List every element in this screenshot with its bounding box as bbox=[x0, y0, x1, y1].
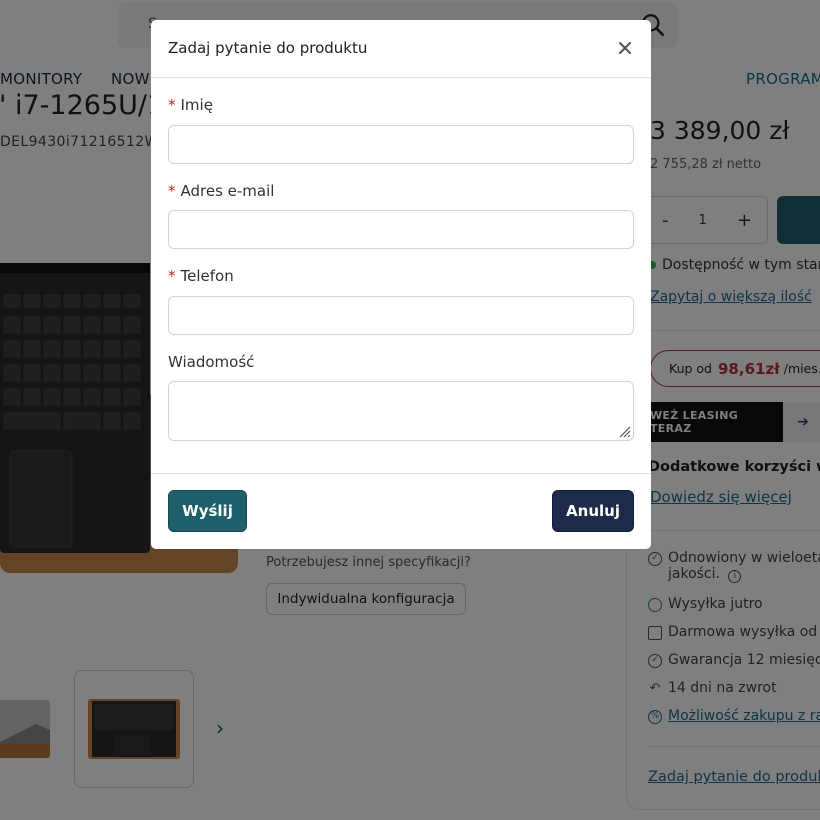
message-textarea[interactable] bbox=[168, 381, 634, 441]
name-label: * Imię bbox=[168, 96, 213, 114]
name-label-text: Imię bbox=[180, 96, 213, 114]
modal-header: Zadaj pytanie do produktu bbox=[151, 20, 651, 78]
required-marker: * bbox=[168, 267, 176, 285]
email-label-text: Adres e-mail bbox=[180, 182, 275, 200]
modal-title: Zadaj pytanie do produktu bbox=[168, 39, 368, 57]
phone-label-text: Telefon bbox=[180, 267, 234, 285]
ask-question-modal: Zadaj pytanie do produktu * Imię * Adres e… bbox=[151, 20, 651, 549]
modal-footer: Wyślij Anuluj bbox=[151, 473, 651, 549]
resize-handle-icon[interactable] bbox=[617, 424, 631, 438]
required-marker: * bbox=[168, 182, 176, 200]
close-icon[interactable] bbox=[615, 38, 635, 58]
message-label: Wiadomość bbox=[168, 353, 255, 371]
name-input[interactable] bbox=[168, 125, 634, 164]
send-button[interactable]: Wyślij bbox=[168, 490, 247, 532]
cancel-button[interactable]: Anuluj bbox=[552, 490, 634, 532]
phone-input[interactable] bbox=[168, 296, 634, 335]
phone-label: * Telefon bbox=[168, 267, 234, 285]
email-label: * Adres e-mail bbox=[168, 182, 274, 200]
required-marker: * bbox=[168, 96, 176, 114]
email-input[interactable] bbox=[168, 210, 634, 249]
